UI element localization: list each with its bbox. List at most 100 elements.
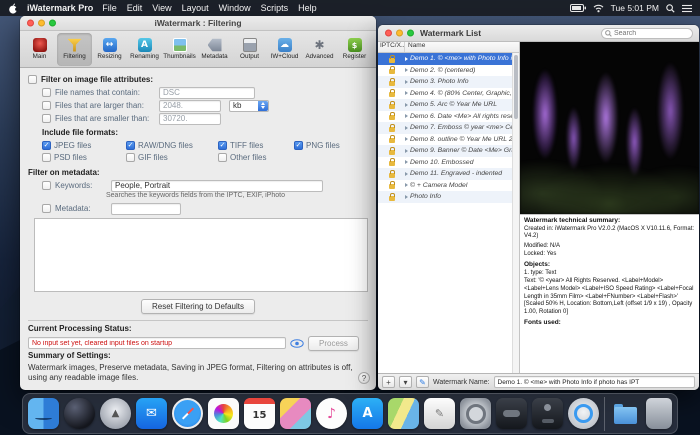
- format-option[interactable]: GIF files: [126, 153, 218, 162]
- calendar-dock-icon[interactable]: 15: [244, 398, 275, 429]
- toolbar-thumbnails[interactable]: Thumbnails: [162, 33, 197, 66]
- app-store-dock-icon[interactable]: A: [352, 398, 383, 429]
- toolbar-resizing[interactable]: ↔ Resizing: [92, 33, 127, 66]
- downloads-folder-dock-icon[interactable]: [610, 398, 641, 429]
- toolbar-advanced[interactable]: ✱ Advanced: [302, 33, 337, 66]
- safari-dock-icon[interactable]: [172, 398, 203, 429]
- format-checkbox[interactable]: [126, 141, 135, 150]
- metadata-textarea[interactable]: [34, 218, 368, 292]
- search-input[interactable]: [614, 30, 684, 37]
- size-unit-dropdown[interactable]: kb: [229, 100, 269, 112]
- wifi-icon[interactable]: [593, 4, 604, 13]
- close-button[interactable]: [385, 30, 392, 37]
- toolbar-iwcloud[interactable]: ☁ IW+Cloud: [267, 33, 302, 66]
- filtering-titlebar[interactable]: iWatermark : Filtering: [20, 16, 376, 31]
- files-smaller-input[interactable]: [159, 113, 221, 125]
- column-name[interactable]: Name: [405, 42, 519, 52]
- watermark-row[interactable]: Demo 11. Engraved - indented: [378, 168, 519, 180]
- watermark-row[interactable]: Demo 6. Date <Me> All rights rese...: [378, 111, 519, 123]
- format-checkbox[interactable]: [294, 141, 303, 150]
- watermark-list-titlebar[interactable]: Watermark List: [378, 25, 699, 42]
- eye-icon[interactable]: [290, 339, 304, 348]
- photos-dock-icon[interactable]: [208, 398, 239, 429]
- table-header[interactable]: IPTC/X... Name: [378, 42, 519, 53]
- spotlight-icon[interactable]: [666, 4, 675, 13]
- files-larger-input[interactable]: [159, 100, 221, 112]
- column-iptc[interactable]: IPTC/X...: [378, 42, 405, 52]
- toolbar-output[interactable]: Output: [232, 33, 267, 66]
- watermark-row[interactable]: Demo 5. Arc © Year Me URL: [378, 99, 519, 111]
- notification-center-icon[interactable]: [682, 4, 692, 13]
- system-preferences-dock-icon[interactable]: [460, 398, 491, 429]
- search-field[interactable]: [601, 28, 693, 39]
- format-checkbox[interactable]: [218, 141, 227, 150]
- format-option[interactable]: TIFF files: [218, 141, 294, 150]
- quicktime-dock-icon[interactable]: [568, 398, 599, 429]
- format-option[interactable]: PSD files: [42, 153, 126, 162]
- filter-attributes-checkbox[interactable]: [28, 75, 37, 84]
- menu-item[interactable]: View: [152, 3, 171, 13]
- game-controller-dock-icon[interactable]: [496, 398, 527, 429]
- menu-item[interactable]: Window: [219, 3, 251, 13]
- format-checkbox[interactable]: [218, 153, 227, 162]
- menu-item[interactable]: File: [102, 3, 117, 13]
- action-menu-button[interactable]: ▾: [399, 376, 412, 388]
- itunes-dock-icon[interactable]: ♪: [316, 398, 347, 429]
- menu-clock[interactable]: Tue 5:01 PM: [611, 3, 659, 13]
- battery-icon[interactable]: [570, 4, 586, 12]
- watermark-row[interactable]: Demo 9. Banner © Date <Me> Gra...: [378, 145, 519, 157]
- watermark-row[interactable]: © + Camera Model: [378, 180, 519, 192]
- menu-item[interactable]: Scripts: [261, 3, 289, 13]
- toolbar-metadata[interactable]: Metadata: [197, 33, 232, 66]
- watermark-row[interactable]: Demo 8. outline © Year Me URL 200...: [378, 134, 519, 146]
- files-smaller-checkbox[interactable]: [42, 114, 51, 123]
- maps-dock-icon[interactable]: [388, 398, 419, 429]
- mail-dock-icon[interactable]: ✉: [136, 398, 167, 429]
- apple-menu-icon[interactable]: [8, 3, 18, 14]
- joystick-dock-icon[interactable]: [532, 398, 563, 429]
- watermark-row[interactable]: Demo 4. © (80% Center, Graphic, ©...: [378, 88, 519, 100]
- toolbar-main[interactable]: Main: [22, 33, 57, 66]
- toolbar-filtering[interactable]: Filtering: [57, 33, 92, 66]
- reset-filtering-button[interactable]: Reset Filtering to Defaults: [141, 299, 255, 314]
- minimize-button[interactable]: [396, 30, 403, 37]
- watermark-row[interactable]: Demo 3. Photo Info: [378, 76, 519, 88]
- scrollbar-thumb[interactable]: [514, 55, 518, 119]
- metadata-checkbox[interactable]: [42, 204, 51, 213]
- menu-item[interactable]: Edit: [127, 3, 143, 13]
- toolbar-register[interactable]: $ Register: [337, 33, 372, 66]
- table-scrollbar[interactable]: [512, 53, 519, 373]
- zoom-button[interactable]: [49, 20, 56, 27]
- app-menu[interactable]: iWatermark Pro: [27, 3, 93, 13]
- files-larger-checkbox[interactable]: [42, 101, 51, 110]
- watermark-row[interactable]: Demo 1. © <me> with Photo Info if: [378, 53, 519, 65]
- watermark-row[interactable]: Demo 7. Emboss © year <me> Cent...: [378, 122, 519, 134]
- keywords-checkbox[interactable]: [42, 181, 51, 190]
- format-option[interactable]: PNG files: [294, 141, 364, 150]
- toolbar-renaming[interactable]: A Renaming: [127, 33, 162, 66]
- minimize-button[interactable]: [38, 20, 45, 27]
- format-option[interactable]: Other files: [218, 153, 294, 162]
- menu-item[interactable]: Layout: [182, 3, 209, 13]
- add-watermark-button[interactable]: +: [382, 376, 395, 388]
- file-names-checkbox[interactable]: [42, 88, 51, 97]
- process-button[interactable]: Process: [308, 336, 359, 351]
- help-button[interactable]: ?: [358, 372, 370, 384]
- format-option[interactable]: JPEG files: [42, 141, 126, 150]
- edit-watermark-button[interactable]: ✎: [416, 376, 429, 388]
- close-button[interactable]: [27, 20, 34, 27]
- trash-dock-icon[interactable]: [646, 398, 672, 429]
- format-checkbox[interactable]: [42, 153, 51, 162]
- format-checkbox[interactable]: [42, 141, 51, 150]
- watermark-row[interactable]: Photo Info: [378, 191, 519, 203]
- processing-status-field[interactable]: [28, 337, 286, 349]
- keywords-input[interactable]: [111, 180, 323, 192]
- file-names-input[interactable]: [159, 87, 255, 99]
- zoom-button[interactable]: [407, 30, 414, 37]
- textedit-dock-icon[interactable]: ✎: [424, 398, 455, 429]
- menu-item[interactable]: Help: [298, 3, 317, 13]
- metadata-input[interactable]: [111, 203, 181, 215]
- launchpad-dock-icon[interactable]: ▲: [100, 398, 131, 429]
- siri-dock-icon[interactable]: [64, 398, 95, 429]
- dock-separator[interactable]: [604, 397, 605, 431]
